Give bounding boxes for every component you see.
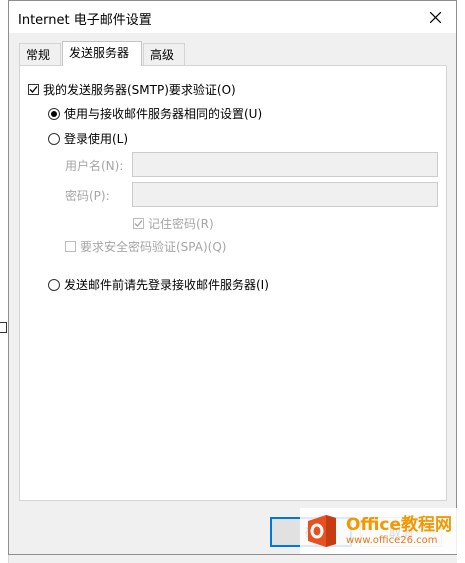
checkbox-box bbox=[65, 241, 76, 252]
office-logo-icon bbox=[304, 513, 340, 549]
username-label: 用户名(N): bbox=[65, 159, 124, 173]
spa-checkbox[interactable]: 要求安全密码验证(SPA)(Q) bbox=[65, 238, 226, 255]
email-settings-dialog: Internet 电子邮件设置 常规 发送服务器 高级 我的发送服务器(SMTP… bbox=[8, 0, 457, 555]
check-icon bbox=[29, 86, 38, 93]
password-field[interactable] bbox=[132, 182, 438, 207]
background-checkbox bbox=[0, 322, 7, 333]
use-same-settings-radio[interactable]: 使用与接收邮件服务器相同的设置(U) bbox=[48, 105, 262, 122]
logon-before-send-label: 发送邮件前请先登录接收邮件服务器(I) bbox=[64, 278, 269, 292]
logon-before-send-radio[interactable]: 发送邮件前请先登录接收邮件服务器(I) bbox=[48, 276, 269, 293]
tab-outgoing-server[interactable]: 发送服务器 bbox=[62, 41, 142, 66]
checkbox-box bbox=[133, 218, 144, 229]
watermark: Office教程网 www.office26.com bbox=[300, 508, 465, 554]
spa-label: 要求安全密码验证(SPA)(Q) bbox=[80, 240, 227, 254]
close-button[interactable] bbox=[414, 1, 456, 33]
title-bar: Internet 电子邮件设置 bbox=[9, 1, 456, 33]
use-same-settings-label: 使用与接收邮件服务器相同的设置(U) bbox=[64, 107, 263, 121]
login-using-label: 登录使用(L) bbox=[64, 132, 129, 146]
tab-general[interactable]: 常规 bbox=[19, 43, 61, 65]
radio-circle bbox=[48, 132, 60, 145]
radio-dot bbox=[51, 110, 57, 117]
watermark-brand: Office教程网 bbox=[346, 515, 453, 536]
smtp-auth-label: 我的发送服务器(SMTP)要求验证(O) bbox=[43, 83, 236, 97]
outgoing-server-panel: 我的发送服务器(SMTP)要求验证(O) 使用与接收邮件服务器相同的设置(U) … bbox=[19, 65, 447, 501]
radio-circle bbox=[48, 107, 60, 120]
dialog-title: Internet 电子邮件设置 bbox=[18, 13, 152, 28]
watermark-text: Office教程网 www.office26.com bbox=[346, 516, 452, 546]
radio-circle bbox=[48, 278, 60, 291]
close-icon bbox=[429, 11, 441, 23]
login-using-radio[interactable]: 登录使用(L) bbox=[48, 130, 128, 147]
checkbox-box bbox=[28, 84, 39, 95]
background-window-right bbox=[457, 0, 465, 563]
tab-advanced[interactable]: 高级 bbox=[143, 43, 185, 65]
smtp-auth-checkbox[interactable]: 我的发送服务器(SMTP)要求验证(O) bbox=[28, 81, 236, 98]
username-field[interactable] bbox=[132, 152, 438, 177]
watermark-url: www.office26.com bbox=[346, 534, 438, 546]
check-icon bbox=[134, 220, 143, 227]
password-label: 密码(P): bbox=[65, 189, 110, 203]
remember-password-checkbox[interactable]: 记住密码(R) bbox=[133, 215, 214, 232]
remember-password-label: 记住密码(R) bbox=[148, 217, 214, 231]
